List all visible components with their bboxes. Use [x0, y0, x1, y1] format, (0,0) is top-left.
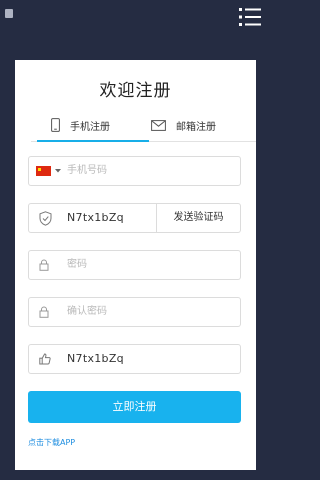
mail-icon [151, 119, 166, 131]
download-app-link[interactable]: 点击下载APP [28, 437, 75, 448]
chevron-down-icon[interactable] [55, 169, 61, 173]
invite-code-value: N7tx1bZq [67, 352, 124, 365]
register-tabs: 手机注册 邮箱注册 [15, 108, 256, 142]
active-tab-indicator [37, 140, 149, 142]
page-title: 欢迎注册 [99, 81, 172, 101]
password-field[interactable]: 密码 [28, 250, 241, 280]
shield-check-icon [39, 204, 52, 232]
register-button[interactable]: 立即注册 [28, 391, 241, 423]
thumbs-up-icon [39, 345, 51, 373]
china-flag-icon[interactable] [36, 166, 51, 176]
top-bar [0, 0, 270, 60]
register-card: 欢迎注册 手机注册 邮箱注册 手机号码 N7tx1bZq 发送验证码 密码 确认… [15, 60, 256, 470]
phone-field[interactable]: 手机号码 [28, 156, 241, 186]
tab-phone-register[interactable]: 手机注册 [37, 108, 149, 142]
phone-placeholder: 手机号码 [67, 165, 107, 176]
phone-icon [51, 118, 60, 132]
invite-code-field[interactable]: N7tx1bZq [28, 344, 241, 374]
captcha-field[interactable]: N7tx1bZq 发送验证码 [28, 203, 241, 233]
tab-phone-label: 手机注册 [70, 121, 110, 133]
back-icon[interactable] [5, 9, 13, 18]
password-placeholder: 密码 [67, 259, 87, 270]
confirm-password-placeholder: 确认密码 [67, 306, 107, 317]
confirm-password-field[interactable]: 确认密码 [28, 297, 241, 327]
lock-icon [39, 251, 49, 279]
tab-email-label: 邮箱注册 [176, 121, 216, 133]
menu-icon[interactable] [239, 7, 261, 27]
send-code-button[interactable]: 发送验证码 [156, 204, 240, 232]
captcha-value: N7tx1bZq [67, 211, 124, 224]
lock-icon [39, 298, 49, 326]
tab-email-register[interactable]: 邮箱注册 [151, 108, 216, 142]
